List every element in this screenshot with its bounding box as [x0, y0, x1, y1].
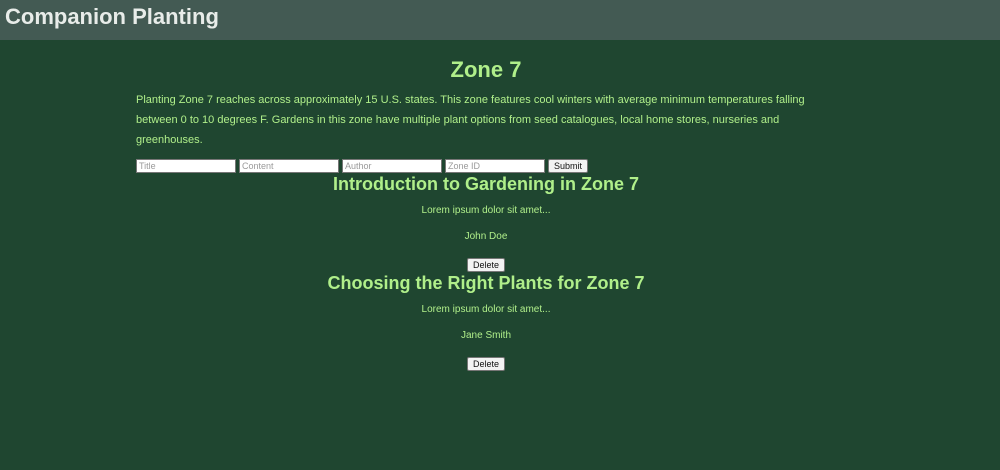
add-article-form: Submit: [136, 159, 836, 174]
app-header: Companion Planting: [0, 0, 1000, 40]
submit-button[interactable]: Submit: [548, 159, 589, 174]
zone-description: Planting Zone 7 reaches across approxima…: [136, 94, 805, 147]
article-item: Introduction to Gardening in Zone 7 Lore…: [136, 174, 836, 273]
zone-id-input[interactable]: [445, 159, 545, 174]
article-title: Introduction to Gardening in Zone 7: [333, 174, 639, 195]
delete-button[interactable]: Delete: [466, 258, 505, 273]
delete-button[interactable]: Delete: [466, 356, 505, 371]
article-content: Lorem ipsum dolor sit amet...: [421, 303, 551, 315]
content-input[interactable]: [239, 159, 339, 174]
zone-title: Zone 7: [450, 57, 522, 82]
app-title: Companion Planting: [5, 4, 219, 29]
article-author: Jane Smith: [460, 329, 512, 341]
article-title: Choosing the Right Plants for Zone 7: [327, 273, 645, 294]
main-content: Zone 7 Planting Zone 7 reaches across ap…: [136, 57, 836, 372]
article-item: Choosing the Right Plants for Zone 7 Lor…: [136, 273, 836, 372]
article-content: Lorem ipsum dolor sit amet...: [421, 205, 551, 217]
author-input[interactable]: [342, 159, 442, 174]
title-input[interactable]: [136, 159, 236, 174]
article-author: John Doe: [464, 231, 508, 243]
